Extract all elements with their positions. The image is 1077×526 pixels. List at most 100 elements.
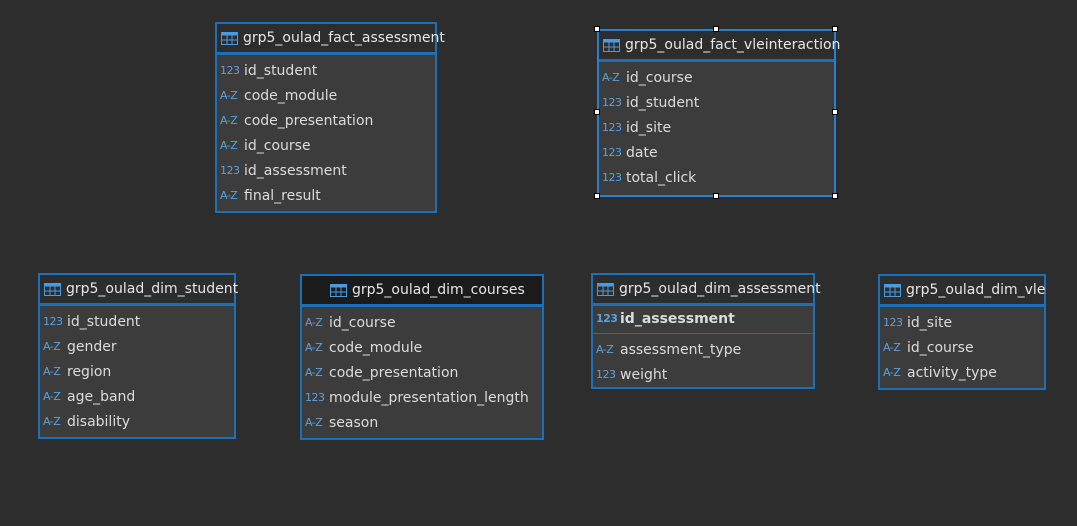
entity-title: grp5_oulad_dim_student [66, 281, 239, 297]
attribute-name: season [329, 414, 379, 431]
resize-handle-bottom-right[interactable] [832, 193, 838, 199]
attribute-name: code_presentation [329, 364, 459, 381]
entity-title: grp5_oulad_dim_vle [906, 282, 1046, 298]
entity-dim-vle[interactable]: grp5_oulad_dim_vle 123 id_site A-Z id_cour… [878, 274, 1046, 390]
numeric-type-icon: 123 [602, 121, 622, 134]
attribute-row[interactable]: 123 id_site [599, 115, 834, 140]
entity-fact-assessment[interactable]: grp5_oulad_fact_assessment 123 id_student… [215, 22, 445, 213]
attribute-name: id_assessment [620, 310, 735, 327]
attribute-row[interactable]: 123 total_click [599, 165, 834, 190]
entity-fact-vleinteraction[interactable]: grp5_oulad_fact_vleinteraction A-Z id_cou… [597, 29, 840, 197]
attribute-name: id_course [329, 314, 396, 331]
attribute-name: age_band [67, 388, 136, 405]
attribute-row[interactable]: 123 id_student [217, 58, 435, 83]
text-type-icon: A-Z [883, 366, 901, 379]
attribute-name: code_module [244, 87, 338, 104]
entity-title: grp5_oulad_dim_assessment [619, 281, 821, 297]
attribute-row[interactable]: 123 id_student [599, 90, 834, 115]
attribute-name: id_course [244, 137, 311, 154]
attribute-row[interactable]: 123 date [599, 140, 834, 165]
attribute-row[interactable]: A-Z gender [40, 334, 234, 359]
attribute-row[interactable]: A-Z code_module [302, 335, 542, 360]
attribute-row[interactable]: A-Z id_course [302, 310, 542, 335]
attribute-name: id_assessment [244, 162, 347, 179]
numeric-type-icon: 123 [596, 312, 618, 325]
attribute-row[interactable]: A-Z code_presentation [217, 108, 435, 133]
table-icon [884, 283, 901, 297]
resize-handle-bottom-left[interactable] [594, 193, 600, 199]
table-icon [597, 282, 614, 296]
attribute-name: final_result [244, 187, 321, 204]
resize-handle-top-right[interactable] [832, 26, 838, 32]
attribute-row[interactable]: 123 weight [593, 362, 813, 387]
attribute-name: disability [67, 413, 130, 430]
attribute-name: code_module [329, 339, 423, 356]
attribute-name: id_course [907, 339, 974, 356]
attribute-name: assessment_type [620, 341, 742, 358]
attribute-name: id_student [67, 313, 141, 330]
numeric-type-icon: 123 [602, 146, 622, 159]
text-type-icon: A-Z [220, 114, 238, 127]
resize-handle-top-left[interactable] [594, 26, 600, 32]
text-type-icon: A-Z [305, 366, 323, 379]
attribute-name: id_student [626, 94, 700, 111]
entity-header[interactable]: grp5_oulad_dim_student [40, 275, 238, 304]
resize-handle-left[interactable] [594, 109, 600, 115]
text-type-icon: A-Z [43, 415, 61, 428]
attribute-row[interactable]: A-Z age_band [40, 384, 234, 409]
text-type-icon: A-Z [220, 189, 238, 202]
primary-key-row[interactable]: 123 id_assessment [593, 306, 813, 331]
numeric-type-icon: 123 [596, 368, 616, 381]
attribute-name: weight [620, 366, 668, 383]
attribute-name: id_site [907, 314, 953, 331]
table-icon [330, 283, 347, 297]
entity-dim-student[interactable]: grp5_oulad_dim_student 123 id_student A-Z… [38, 273, 238, 439]
resize-handle-bottom[interactable] [713, 193, 719, 199]
attribute-row[interactable]: A-Z id_course [599, 65, 834, 90]
resize-handle-top[interactable] [713, 26, 719, 32]
attribute-name: module_presentation_length [329, 389, 529, 406]
attribute-row[interactable]: A-Z activity_type [880, 360, 1044, 385]
attribute-row[interactable]: 123 id_assessment [217, 158, 435, 183]
attribute-row[interactable]: A-Z disability [40, 409, 234, 434]
resize-handle-right[interactable] [832, 109, 838, 115]
attribute-row[interactable]: A-Z final_result [217, 183, 435, 208]
attribute-row[interactable]: 123 id_site [880, 310, 1044, 335]
attribute-row[interactable]: 123 id_student [40, 309, 234, 334]
text-type-icon: A-Z [43, 340, 61, 353]
attribute-row[interactable]: A-Z season [302, 410, 542, 435]
attribute-row[interactable]: A-Z id_course [217, 133, 435, 158]
text-type-icon: A-Z [305, 341, 323, 354]
numeric-type-icon: 123 [883, 316, 903, 329]
entity-title: grp5_oulad_dim_courses [352, 282, 525, 298]
attribute-name: id_student [244, 62, 318, 79]
attribute-row[interactable]: 123 module_presentation_length [302, 385, 542, 410]
entity-header[interactable]: grp5_oulad_fact_assessment [217, 24, 445, 53]
attribute-name: id_course [626, 69, 693, 86]
table-icon [44, 282, 61, 296]
entity-title: grp5_oulad_fact_vleinteraction [625, 37, 841, 53]
attribute-row[interactable]: A-Z id_course [880, 335, 1044, 360]
entity-header[interactable]: grp5_oulad_fact_vleinteraction [599, 31, 840, 60]
text-type-icon: A-Z [305, 416, 323, 429]
entity-dim-assessment[interactable]: grp5_oulad_dim_assessment 123 id_assessme… [591, 273, 821, 389]
entity-dim-courses[interactable]: grp5_oulad_dim_courses A-Z id_course A-Z c… [300, 274, 544, 440]
attribute-row[interactable]: A-Z assessment_type [593, 337, 813, 362]
text-type-icon: A-Z [602, 71, 620, 84]
attribute-name: activity_type [907, 364, 997, 381]
text-type-icon: A-Z [220, 139, 238, 152]
attribute-name: id_site [626, 119, 672, 136]
text-type-icon: A-Z [43, 365, 61, 378]
attribute-row[interactable]: A-Z code_presentation [302, 360, 542, 385]
entity-header[interactable]: grp5_oulad_dim_assessment [593, 275, 821, 304]
text-type-icon: A-Z [43, 390, 61, 403]
numeric-type-icon: 123 [305, 391, 325, 404]
attribute-name: date [626, 144, 658, 161]
entity-header[interactable]: grp5_oulad_dim_vle [880, 276, 1046, 305]
numeric-type-icon: 123 [43, 315, 63, 328]
text-type-icon: A-Z [305, 316, 323, 329]
attribute-row[interactable]: A-Z region [40, 359, 234, 384]
table-icon [221, 31, 238, 45]
attribute-row[interactable]: A-Z code_module [217, 83, 435, 108]
entity-header[interactable]: grp5_oulad_dim_courses [302, 276, 542, 305]
